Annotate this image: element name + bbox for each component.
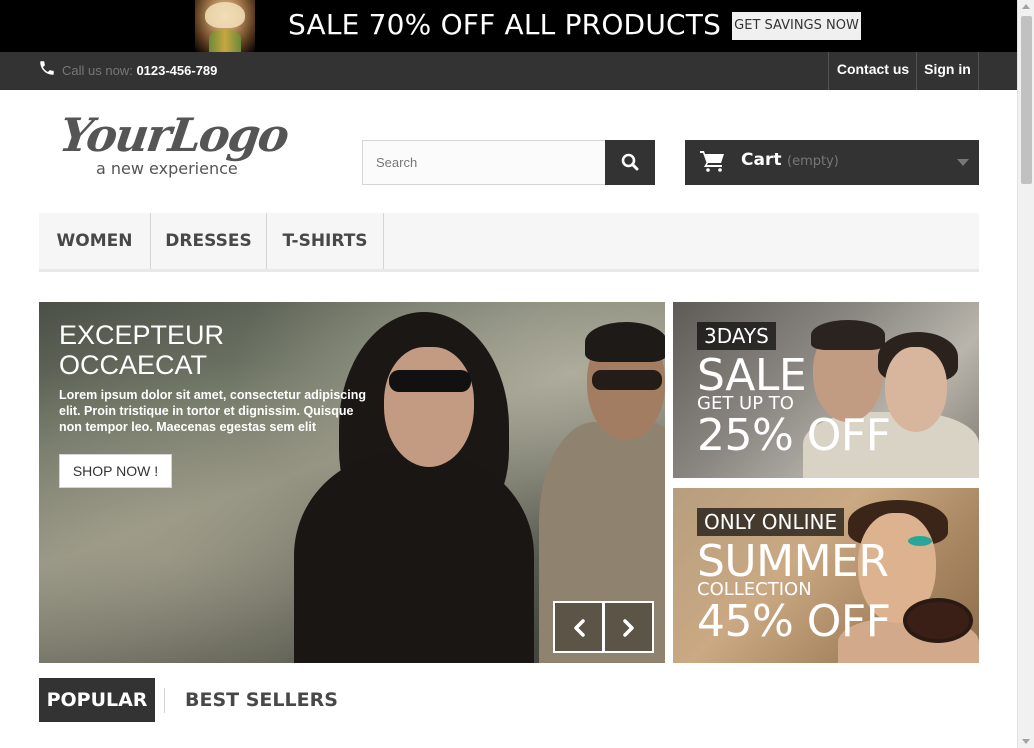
banner-headline: SALE 70% OFF ALL PRODUCTS <box>288 8 722 41</box>
promo-heading: SUMMER <box>697 536 889 587</box>
tab-divider <box>164 688 165 713</box>
search-input[interactable] <box>362 140 606 185</box>
cart-status: (empty) <box>787 154 839 169</box>
scroll-up-icon[interactable] <box>1022 4 1030 9</box>
slider-next-button[interactable] <box>603 601 654 653</box>
chevron-right-icon <box>623 619 634 637</box>
promo-photo-man-hair <box>811 320 885 350</box>
cart-icon <box>700 151 724 172</box>
product-tabs: POPULAR BEST SELLERS <box>39 678 979 722</box>
logo-wordmark: YourLogo <box>56 108 291 162</box>
menu-item-women[interactable]: WOMEN <box>39 213 151 269</box>
main-menu: WOMEN DRESSES T-SHIRTS <box>39 213 979 272</box>
slide-description: Lorem ipsum dolor sit amet, consectetur … <box>59 388 367 434</box>
promo-offer: 45% OFF <box>697 596 891 647</box>
top-nav-bar: Call us now: 0123-456-789 Contact us Sig… <box>0 52 1017 90</box>
phone-number: 0123-456-789 <box>136 63 218 78</box>
promo-banner-summer[interactable]: ONLY ONLINE SUMMER COLLECTION 45% OFF <box>673 488 979 663</box>
slide-title-line1: EXCEPTEUR <box>59 320 225 350</box>
promo-tag: 3DAYS <box>697 322 776 350</box>
promo-photo-eye <box>908 536 932 546</box>
promo-photo-woman <box>885 347 947 432</box>
promo-offer: 25% OFF <box>697 410 891 461</box>
menu-item-dresses[interactable]: DRESSES <box>151 213 267 269</box>
cart-label: Cart <box>741 150 782 170</box>
slide-photo-woman-face <box>384 347 474 467</box>
search-bar <box>362 140 655 185</box>
slide-photo-man-hair <box>585 322 665 362</box>
chevron-left-icon <box>574 619 585 637</box>
search-icon <box>621 153 639 171</box>
promo-tag: ONLY ONLINE <box>697 508 845 536</box>
promo-banner-sale[interactable]: 3DAYS SALE GET UP TO 25% OFF <box>673 302 979 478</box>
get-savings-button[interactable]: GET SAVINGS NOW <box>732 12 861 40</box>
tab-best-sellers[interactable]: BEST SELLERS <box>185 678 338 722</box>
cart-button[interactable]: Cart (empty) <box>685 140 979 185</box>
scrollbar-thumb[interactable] <box>1021 16 1032 184</box>
shop-now-button[interactable]: SHOP NOW ! <box>59 454 172 488</box>
promo-heading: SALE <box>697 350 807 401</box>
page-scrollbar[interactable] <box>1017 0 1034 748</box>
slide-photo-woman-jacket <box>294 452 534 663</box>
logo-tagline: a new experience <box>96 159 238 178</box>
sign-in-link[interactable]: Sign in <box>916 52 979 90</box>
slide-photo-woman-glasses <box>389 370 471 392</box>
menu-item-tshirts[interactable]: T-SHIRTS <box>267 213 384 269</box>
banner-model-image <box>195 0 255 52</box>
site-logo[interactable]: YourLogo a new experience <box>56 108 300 180</box>
home-slider[interactable]: EXCEPTEUR OCCAECAT Lorem ipsum dolor sit… <box>39 302 665 663</box>
phone-icon <box>40 61 54 75</box>
tab-popular[interactable]: POPULAR <box>39 678 155 722</box>
call-us-text: Call us now: 0123-456-789 <box>62 63 217 78</box>
search-button[interactable] <box>605 140 655 185</box>
slide-title: EXCEPTEUR OCCAECAT <box>59 320 359 380</box>
promo-banner[interactable]: SALE 70% OFF ALL PRODUCTS GET SAVINGS NO… <box>0 0 1017 52</box>
contact-us-link[interactable]: Contact us <box>828 52 917 90</box>
promo-photo-sunglasses <box>903 598 973 643</box>
page: SALE 70% OFF ALL PRODUCTS GET SAVINGS NO… <box>0 0 1034 748</box>
slide-photo-man-glasses <box>592 370 662 390</box>
scroll-down-icon[interactable] <box>1022 739 1030 744</box>
slide-title-line2: OCCAECAT <box>59 350 208 380</box>
slider-prev-button[interactable] <box>553 601 604 653</box>
chevron-down-icon <box>957 159 969 166</box>
call-label: Call us now: <box>62 63 133 78</box>
